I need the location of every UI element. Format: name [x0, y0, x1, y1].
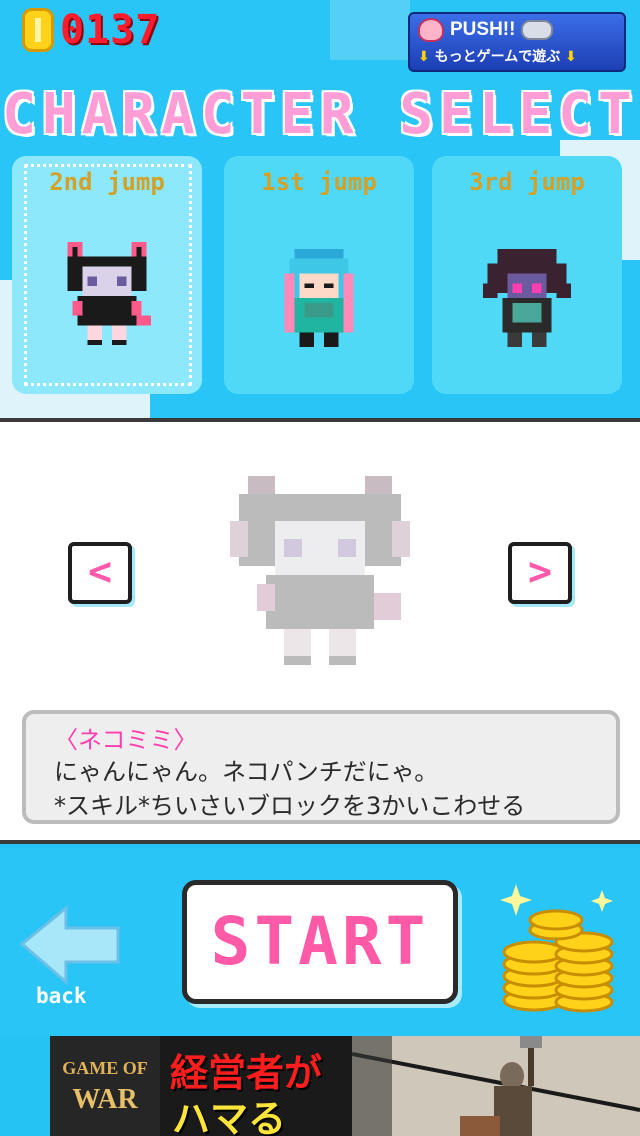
push-subtitle: もっとゲームで遊ぶ: [434, 49, 561, 65]
jump-label: 1st jump: [261, 168, 377, 196]
bottom-bar: back START: [0, 848, 640, 1036]
character-card-neko[interactable]: 2nd jump: [12, 156, 202, 394]
ad-warrior-image: [352, 1036, 640, 1136]
push-title: PUSH!!: [450, 19, 516, 40]
hooded-girl-sprite: [284, 248, 354, 348]
more-games-banner[interactable]: PUSH!! ⬇ もっとゲームで遊ぶ ⬇: [408, 12, 626, 72]
dark-girl-sprite: [482, 248, 572, 348]
character-card-dark[interactable]: 3rd jump: [432, 156, 622, 394]
bg-block: [330, 0, 410, 60]
character-skill: *スキル*ちいさいブロックを3かいこわせる: [54, 792, 526, 820]
prev-character-button[interactable]: <: [68, 542, 132, 604]
push-subtitle-row: ⬇ もっとゲームで遊ぶ ⬇: [418, 46, 577, 66]
ad-banner[interactable]: GAME OF WAR 経営者が ハマる: [50, 1036, 640, 1136]
down-arrow-icon: ⬇: [418, 49, 430, 65]
selected-character-preview: [230, 476, 410, 665]
logo-line1: GAME OF: [62, 1058, 148, 1078]
character-name: 〈ネコミミ〉: [54, 726, 198, 754]
coin-count: 0137: [60, 7, 161, 53]
start-button[interactable]: START: [182, 880, 458, 1004]
jump-label: 2nd jump: [49, 168, 165, 196]
coin-counter: 0137: [22, 8, 160, 52]
gamepad-icon: [521, 20, 554, 40]
character-quote: にゃんにゃん。ネコパンチだにゃ。: [54, 758, 439, 786]
logo-line2: WAR: [72, 1084, 138, 1115]
down-arrow-icon: ⬇: [565, 49, 577, 65]
character-card-hood[interactable]: 1st jump: [224, 156, 414, 394]
character-face-icon: [418, 18, 444, 42]
ad-subline: ハマる: [172, 1097, 287, 1136]
next-character-button[interactable]: >: [508, 542, 572, 604]
coin-icon: [22, 8, 54, 52]
jump-label: 3rd jump: [469, 168, 585, 196]
game-of-war-logo: GAME OF WAR: [50, 1036, 160, 1136]
coin-shop-icon[interactable]: [494, 880, 624, 1020]
cat-girl-sprite: [67, 242, 152, 346]
back-button-label[interactable]: back: [36, 984, 87, 1008]
character-description: 〈ネコミミ〉 にゃんにゃん。ネコパンチだにゃ。 *スキル*ちいさいブロックを3か…: [22, 710, 620, 824]
character-preview-panel: < > 〈ネコミミ〉 にゃんにゃん。ネコパンチだにゃ。 *スキル*ちいさいブロッ…: [0, 418, 640, 844]
page-title: CHARACTER SELECT: [2, 82, 638, 147]
